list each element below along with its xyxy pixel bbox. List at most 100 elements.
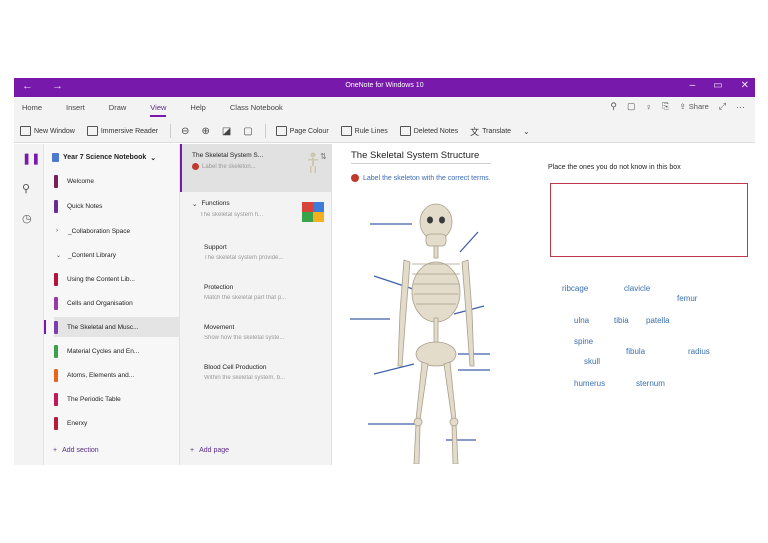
- page-item-blood-cell-production[interactable]: Blood Cell Production Within the skeleta…: [180, 358, 332, 396]
- tab-draw[interactable]: Draw: [109, 103, 127, 112]
- word-chip-spine[interactable]: spine: [574, 337, 593, 346]
- section-group-content-library[interactable]: ⌄ _Content Library: [54, 245, 180, 265]
- translate-icon: 文: [470, 126, 480, 137]
- zoom-out-icon[interactable]: ⊖: [181, 126, 189, 137]
- word-chip-skull[interactable]: skull: [584, 357, 600, 366]
- page-item-protection[interactable]: Protection Match the skeletal part that …: [180, 278, 332, 316]
- section-label: The Periodic Table: [67, 395, 121, 403]
- section-group-label: _Collaboration Space: [68, 227, 131, 235]
- window-icon: [20, 126, 31, 136]
- section-item-material-cycles[interactable]: Material Cycles and En...: [54, 341, 180, 361]
- word-chip-ulna[interactable]: ulna: [574, 316, 589, 325]
- trash-icon: [399, 126, 411, 136]
- search-icon[interactable]: ⚲: [22, 182, 30, 195]
- word-chip-humerus[interactable]: humerus: [574, 379, 605, 388]
- word-chip-sternum[interactable]: sternum: [636, 379, 665, 388]
- word-chip-femur[interactable]: femur: [677, 294, 697, 303]
- tab-help[interactable]: Help: [190, 103, 205, 112]
- add-section-label: Add section: [62, 447, 99, 454]
- section-color-tab: [54, 296, 58, 310]
- page-title[interactable]: The Skeletal System Structure: [351, 150, 491, 164]
- chevron-down-icon: ⌄: [56, 252, 62, 259]
- page-width-icon[interactable]: ◪: [222, 126, 231, 137]
- answer-drop-box[interactable]: [550, 183, 748, 257]
- word-chip-radius[interactable]: radius: [688, 347, 710, 356]
- skeleton-thumbnail-icon: [308, 152, 318, 173]
- page-snippet: The skeletal system provide...: [204, 255, 284, 261]
- section-label: Quick Notes: [67, 202, 103, 210]
- notebooks-icon[interactable]: ❚❚: [22, 152, 40, 165]
- add-section-button[interactable]: + Add section: [53, 447, 99, 454]
- more-options-icon[interactable]: ···: [736, 102, 745, 112]
- section-color-tab: [54, 199, 58, 213]
- share-button[interactable]: ⇪ Share: [679, 102, 708, 111]
- add-page-button[interactable]: + Add page: [190, 447, 229, 454]
- page-item-skeletal-system[interactable]: The Skeletal System S... Label the skele…: [180, 144, 332, 192]
- full-page-icon[interactable]: ▢: [243, 126, 252, 137]
- page-canvas: The Skeletal System Structure Label the …: [332, 144, 755, 465]
- page-colour-button[interactable]: Page Colour: [275, 126, 329, 136]
- navigation-rail: ❚❚ ⚲ ◷: [14, 144, 44, 465]
- instruction-label: Label the skeleton with the correct term…: [363, 174, 491, 182]
- notification-icon[interactable]: ⎘: [662, 101, 669, 112]
- lightbulb-icon[interactable]: ♀: [646, 102, 653, 112]
- search-icon[interactable]: ⚲: [610, 101, 617, 112]
- section-label: Enerxy: [67, 419, 88, 427]
- plus-icon: +: [53, 447, 58, 454]
- zoom-in-icon[interactable]: ⊕: [201, 126, 209, 137]
- onenote-window: ← → OneNote for Windows 10 – ▭ ✕ Home In…: [14, 78, 755, 465]
- page-snippet: Match the skeletal part that p...: [204, 295, 287, 301]
- word-chip-patella[interactable]: patella: [646, 316, 670, 325]
- immersive-reader-button[interactable]: Immersive Reader: [86, 126, 158, 136]
- word-chip-ribcage[interactable]: ribcage: [562, 284, 588, 293]
- functions-thumbnail-icon: [302, 202, 324, 222]
- deleted-notes-button[interactable]: Deleted Notes: [399, 126, 458, 136]
- section-item-using-content-library[interactable]: Using the Content Lib...: [54, 269, 180, 289]
- rule-lines-icon: [340, 126, 352, 136]
- section-item-atoms-elements[interactable]: Atoms, Elements and...: [54, 365, 180, 385]
- new-window-button[interactable]: New Window: [20, 126, 75, 136]
- translate-button[interactable]: 文 Translate: [470, 125, 511, 138]
- skeleton-image: [350, 203, 490, 464]
- section-list: Year 7 Science Notebook ⌄ Welcome Quick …: [44, 144, 180, 465]
- notebook-selector[interactable]: Year 7 Science Notebook ⌄: [52, 153, 156, 162]
- section-item-skeletal-muscular[interactable]: The Skeletal and Musc...: [44, 317, 180, 337]
- new-window-label: New Window: [34, 127, 75, 135]
- sticky-notes-icon[interactable]: ▢: [627, 101, 636, 112]
- rule-lines-label: Rule Lines: [354, 127, 388, 135]
- warning-icon: [351, 174, 359, 182]
- tab-insert[interactable]: Insert: [66, 103, 85, 112]
- section-color-tab: [54, 416, 58, 430]
- page-item-support[interactable]: Support The skeletal system provide...: [180, 238, 332, 276]
- section-item-welcome[interactable]: Welcome: [54, 171, 180, 191]
- expand-icon[interactable]: ⤢: [719, 101, 726, 112]
- section-item-quick-notes[interactable]: Quick Notes: [54, 196, 180, 216]
- minimize-icon[interactable]: –: [690, 80, 696, 91]
- section-group-collaboration-space[interactable]: › _Collaboration Space: [54, 221, 180, 241]
- chevron-down-icon[interactable]: ⌄: [192, 200, 197, 208]
- section-item-energy[interactable]: Enerxy: [54, 413, 180, 433]
- page-snippet: Within the skeletal system, b...: [204, 375, 286, 381]
- page-item-functions[interactable]: ⌄ Functions The skeletal system h...: [180, 194, 332, 230]
- maximize-icon[interactable]: ▭: [713, 80, 722, 91]
- tab-home[interactable]: Home: [22, 103, 42, 112]
- section-label: Using the Content Lib...: [67, 275, 135, 283]
- close-icon[interactable]: ✕: [741, 80, 749, 91]
- word-chip-tibia[interactable]: tibia: [614, 316, 629, 325]
- tab-class-notebook[interactable]: Class Notebook: [230, 103, 283, 112]
- ribbon-divider: [264, 124, 266, 138]
- rule-lines-button[interactable]: Rule Lines: [340, 126, 388, 136]
- answer-box-label: Place the ones you do not know in this b…: [548, 164, 681, 171]
- recent-notes-icon[interactable]: ◷: [22, 212, 32, 225]
- sort-pages-icon[interactable]: ⇅: [320, 152, 327, 161]
- word-chip-clavicle[interactable]: clavicle: [624, 284, 650, 293]
- word-chip-fibula[interactable]: fibula: [626, 347, 645, 356]
- section-item-periodic-table[interactable]: The Periodic Table: [54, 389, 180, 409]
- tab-view[interactable]: View: [150, 103, 167, 117]
- page-item-movement[interactable]: Movement Show how the skeletal syste...: [180, 318, 332, 356]
- page-title: Support: [204, 244, 227, 251]
- section-color-tab: [54, 392, 58, 406]
- chevron-down-icon[interactable]: ⌄: [523, 127, 530, 136]
- section-item-cells-organisation[interactable]: Cells and Organisation: [54, 293, 180, 313]
- chevron-right-icon: ›: [56, 228, 58, 234]
